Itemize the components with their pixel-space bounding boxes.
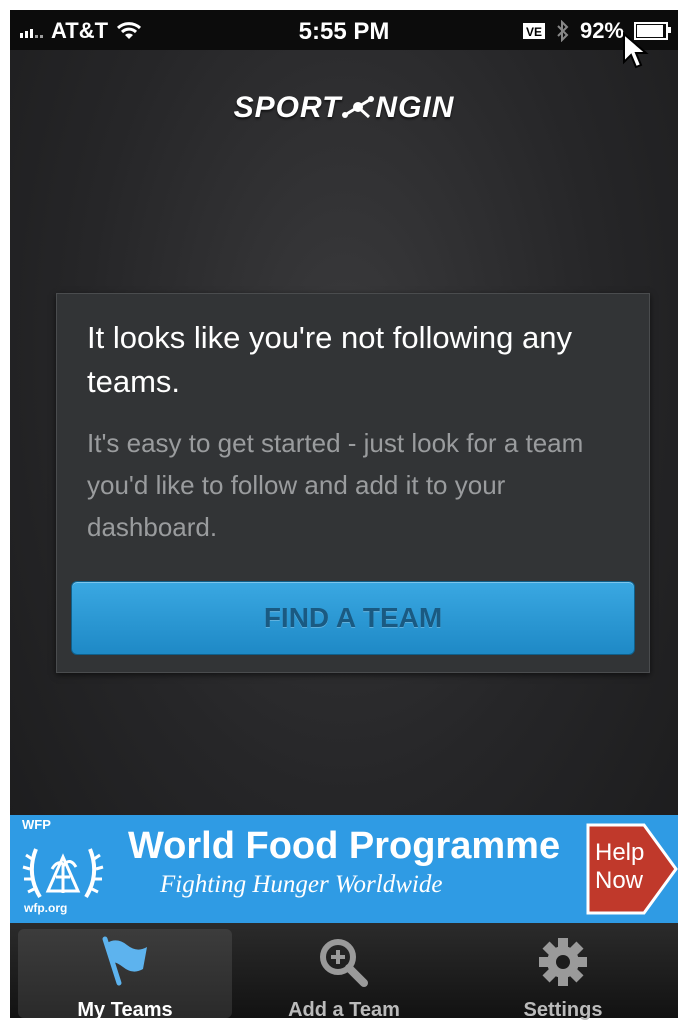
- empty-state-card: It looks like you're not following any t…: [56, 293, 650, 673]
- status-bar: AT&T 5:55 PM VE 92%: [10, 10, 678, 50]
- logo-text-left: SPORT: [233, 91, 342, 125]
- gear-icon: [539, 938, 587, 986]
- help-now-label: Help Now: [595, 839, 645, 894]
- tab-add-a-team[interactable]: Add a Team: [237, 929, 451, 1021]
- find-a-team-button[interactable]: FIND A TEAM: [71, 581, 635, 655]
- mouse-cursor-icon: [623, 32, 649, 69]
- tab-label-settings: Settings: [523, 999, 603, 1021]
- flag-icon: [102, 936, 147, 986]
- empty-state-body: It's easy to get started - just look for…: [87, 428, 584, 542]
- ad-banner[interactable]: WFP wfp.org World Food Programme Fightin…: [10, 815, 678, 923]
- sportngin-logo: SPORT NGIN: [10, 90, 678, 125]
- tab-bar: My Teams Add a Team Settings: [10, 923, 678, 1021]
- battery-percent: 92%: [579, 18, 624, 43]
- logo-node-icon: [342, 96, 375, 119]
- help-now-button[interactable]: Help Now: [586, 823, 678, 915]
- svg-text:VE: VE: [526, 25, 542, 39]
- ad-url: wfp.org: [24, 901, 68, 915]
- ad-title: World Food Programme: [128, 825, 561, 867]
- bluetooth-icon: [557, 20, 569, 42]
- ad-subtitle: Fighting Hunger Worldwide: [160, 871, 443, 898]
- logo-text-right: NGIN: [375, 91, 455, 125]
- empty-state-title: It looks like you're not following any t…: [87, 320, 572, 399]
- tab-my-teams[interactable]: My Teams: [18, 929, 232, 1021]
- app-screen: SPORT NGIN It looks like you're not follo…: [10, 50, 678, 925]
- tab-settings[interactable]: Settings: [456, 929, 670, 1021]
- tab-label-add-a-team: Add a Team: [288, 999, 400, 1021]
- tab-label-my-teams: My Teams: [77, 999, 173, 1021]
- magnify-plus-icon: [320, 939, 368, 987]
- tty-icon: VE: [522, 23, 545, 39]
